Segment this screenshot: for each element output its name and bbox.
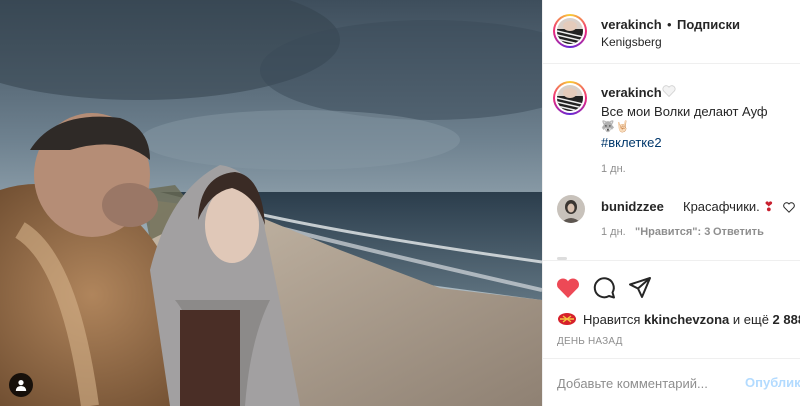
commenter-username[interactable]: bunidzzee bbox=[601, 199, 664, 214]
liked-count[interactable]: 2 888 bbox=[773, 312, 800, 327]
caption-time[interactable]: 1 дн. bbox=[601, 163, 626, 175]
comment-likes-count[interactable]: "Нравится": 3 bbox=[635, 226, 710, 238]
commenter-avatar[interactable] bbox=[557, 195, 585, 223]
comment-input[interactable] bbox=[557, 373, 737, 393]
user-tag-icon[interactable] bbox=[9, 373, 33, 397]
beach-photo bbox=[0, 0, 542, 406]
heart-exclamation-emoji: ❣ bbox=[763, 199, 775, 214]
likes-text: Нравится kkinchevzona и ещё 2 888 bbox=[583, 312, 800, 327]
liked-prefix: Нравится bbox=[583, 311, 641, 327]
post-header: verakinch • Подписки Kenigsberg bbox=[543, 0, 800, 64]
location-link[interactable]: Kenigsberg bbox=[601, 35, 662, 49]
white-heart-icon bbox=[662, 85, 676, 100]
post-sidebar: verakinch • Подписки Kenigsberg verakinc… bbox=[542, 0, 800, 406]
author-username[interactable]: verakinch bbox=[601, 17, 662, 32]
comment-like-heart-icon[interactable] bbox=[783, 201, 795, 216]
add-comment-bar: Опубликовать bbox=[543, 358, 800, 406]
caption-avatar[interactable] bbox=[553, 81, 587, 115]
likes-summary[interactable]: Нравится kkinchevzona и ещё 2 888 bbox=[557, 309, 800, 329]
caption-username[interactable]: verakinch bbox=[601, 85, 662, 100]
comment-time[interactable]: 1 дн. bbox=[601, 226, 626, 238]
author-avatar[interactable] bbox=[553, 14, 587, 48]
comments-list[interactable]: verakinch Все мои Волки делают Ауф 🐺🤘🏻 #… bbox=[543, 65, 800, 260]
reply-button[interactable]: Ответить bbox=[713, 226, 764, 238]
caption-text: Все мои Волки делают Ауф bbox=[601, 104, 768, 119]
post-photo[interactable] bbox=[0, 0, 542, 406]
comment-text: Красафчики. ❣ bbox=[683, 199, 775, 214]
liked-suffix: и ещё bbox=[732, 311, 769, 327]
following-button[interactable]: Подписки bbox=[677, 17, 740, 32]
header-separator: • bbox=[667, 17, 672, 32]
liked-username[interactable]: kkinchevzona bbox=[644, 312, 729, 327]
caption-emoji: 🐺🤘🏻 bbox=[601, 121, 631, 133]
instagram-post: verakinch • Подписки Kenigsberg verakinc… bbox=[0, 0, 800, 406]
comment-icon[interactable] bbox=[591, 275, 617, 301]
share-icon[interactable] bbox=[627, 275, 653, 301]
post-actions: Нравится kkinchevzona и ещё 2 888 ДЕНЬ Н… bbox=[543, 260, 800, 350]
liker-avatar[interactable] bbox=[557, 309, 577, 329]
heart-icon[interactable] bbox=[555, 275, 581, 301]
publish-button[interactable]: Опубликовать bbox=[745, 375, 800, 390]
caption-hashtag[interactable]: #вклетке2 bbox=[601, 135, 662, 150]
post-date[interactable]: ДЕНЬ НАЗАД bbox=[557, 336, 623, 347]
